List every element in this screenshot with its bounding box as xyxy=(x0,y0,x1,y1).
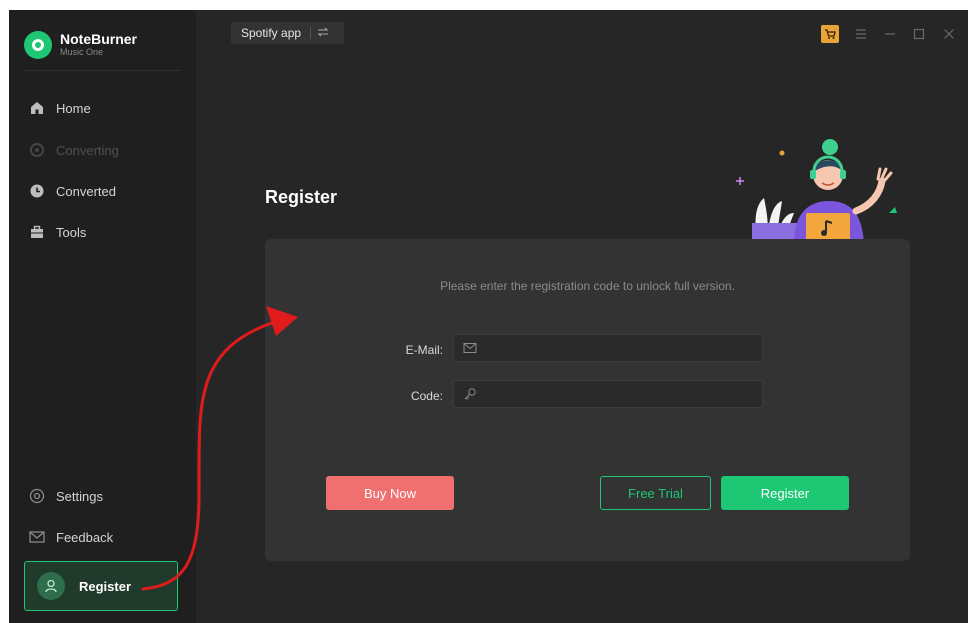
sidebar-item-converting: Converting xyxy=(29,139,119,161)
sidebar-item-converted[interactable]: Converted xyxy=(29,180,116,202)
register-hint: Please enter the registration code to un… xyxy=(440,279,735,293)
key-icon xyxy=(463,387,477,401)
noteburner-logo-icon xyxy=(24,31,52,59)
sidebar-item-label: Tools xyxy=(56,224,87,240)
buy-now-button[interactable]: Buy Now xyxy=(326,476,454,510)
source-switch-button[interactable]: Spotify app xyxy=(231,22,344,44)
brand-name: NoteBurner xyxy=(60,31,138,47)
gear-icon xyxy=(29,488,45,504)
app-window: NoteBurner Music One Home Converting Con… xyxy=(9,10,968,623)
brand: NoteBurner Music One xyxy=(24,29,137,61)
toolbox-icon xyxy=(29,224,45,240)
maximize-icon[interactable] xyxy=(912,27,926,41)
brand-subtitle: Music One xyxy=(60,47,104,57)
sidebar-item-label: Feedback xyxy=(56,529,114,545)
code-field[interactable] xyxy=(453,380,763,409)
email-field[interactable] xyxy=(453,334,763,363)
sidebar-item-home[interactable]: Home xyxy=(29,97,91,119)
minimize-icon[interactable] xyxy=(883,27,897,41)
register-illustration-icon xyxy=(736,139,897,243)
email-input[interactable] xyxy=(486,335,760,363)
converting-icon xyxy=(29,142,45,158)
register-button[interactable]: Register xyxy=(721,476,849,510)
email-label: E-Mail: xyxy=(405,343,443,357)
sidebar-item-settings[interactable]: Settings xyxy=(29,485,103,507)
sidebar-item-label: Converted xyxy=(56,183,116,199)
mail-icon xyxy=(29,529,45,545)
code-label: Code: xyxy=(410,389,443,403)
swap-icon xyxy=(317,26,329,40)
clock-icon xyxy=(29,183,45,199)
envelope-icon xyxy=(463,341,477,355)
sidebar-register-button[interactable]: Register xyxy=(24,561,178,611)
sidebar-register-label: Register xyxy=(79,578,132,594)
source-label: Spotify app xyxy=(241,26,302,40)
close-icon[interactable] xyxy=(942,27,956,41)
page-title: Register xyxy=(265,187,338,207)
home-icon xyxy=(29,100,45,116)
sidebar-item-label: Converting xyxy=(56,142,119,158)
user-avatar-icon xyxy=(37,572,65,600)
divider xyxy=(24,70,181,71)
sidebar-item-label: Home xyxy=(56,100,91,116)
register-panel: Please enter the registration code to un… xyxy=(265,239,910,561)
sidebar-item-tools[interactable]: Tools xyxy=(29,221,86,243)
cart-icon[interactable] xyxy=(821,25,839,43)
sidebar: NoteBurner Music One Home Converting Con… xyxy=(9,10,196,623)
code-input[interactable] xyxy=(486,381,760,409)
menu-icon[interactable] xyxy=(854,27,868,41)
sidebar-item-label: Settings xyxy=(56,488,103,504)
free-trial-button[interactable]: Free Trial xyxy=(600,476,711,510)
sidebar-item-feedback[interactable]: Feedback xyxy=(29,526,113,548)
